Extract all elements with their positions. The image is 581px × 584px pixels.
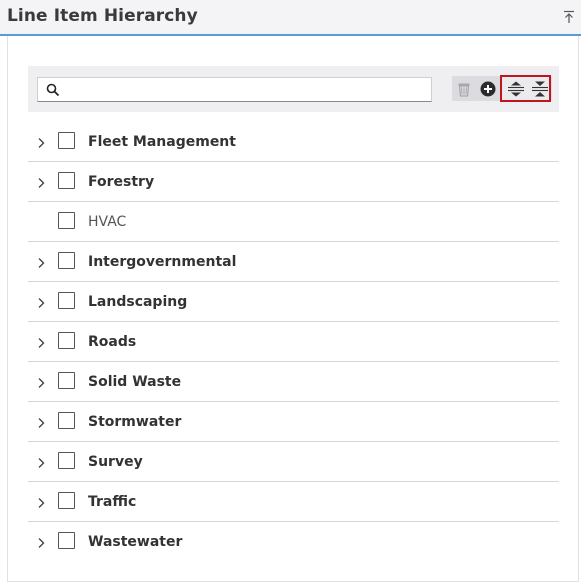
tree-row[interactable]: Wastewater	[28, 522, 559, 562]
expand-all-icon	[508, 81, 524, 96]
tree-row-checkbox[interactable]	[58, 212, 75, 229]
tree-row-label: Landscaping	[88, 294, 188, 310]
tree-row[interactable]: HVAC	[28, 202, 559, 242]
chevron-right-icon[interactable]	[37, 417, 46, 429]
search-box[interactable]	[37, 77, 432, 102]
expand-all-button[interactable]	[504, 76, 528, 101]
chevron-right-icon[interactable]	[37, 497, 46, 509]
tree-row-label: Forestry	[88, 174, 155, 190]
toolbar-button-group	[452, 75, 552, 102]
tree-row[interactable]: Intergovernmental	[28, 242, 559, 282]
tree-row-checkbox[interactable]	[58, 532, 75, 549]
tree-row-label: Solid Waste	[88, 374, 182, 390]
tree-row-label: Intergovernmental	[88, 254, 237, 270]
panel-header: Line Item Hierarchy	[0, 0, 581, 36]
tree-row-checkbox[interactable]	[58, 452, 75, 469]
tree-list: Fleet Management Forestry HVAC Intergovernm…	[28, 122, 559, 562]
tree-row[interactable]: Stormwater	[28, 402, 559, 442]
collapse-panel-icon[interactable]	[563, 10, 575, 24]
add-button[interactable]	[476, 76, 500, 101]
tree-row-checkbox[interactable]	[58, 372, 75, 389]
chevron-right-icon[interactable]	[37, 377, 46, 389]
tree-row-checkbox[interactable]	[58, 132, 75, 149]
search-input[interactable]	[66, 80, 426, 99]
tree-row-checkbox[interactable]	[58, 412, 75, 429]
collapse-all-button[interactable]	[528, 76, 552, 101]
tree-row-label: Wastewater	[88, 534, 183, 550]
add-circle-icon	[480, 81, 496, 96]
chevron-right-icon[interactable]	[37, 337, 46, 349]
chevron-right-icon[interactable]	[37, 257, 46, 269]
collapse-all-icon	[532, 81, 548, 96]
chevron-right-icon[interactable]	[37, 537, 46, 549]
tree-row-checkbox[interactable]	[58, 332, 75, 349]
tree-row[interactable]: Solid Waste	[28, 362, 559, 402]
chevron-right-icon[interactable]	[37, 297, 46, 309]
tree-row[interactable]: Forestry	[28, 162, 559, 202]
search-icon	[46, 83, 60, 97]
chevron-right-icon[interactable]	[37, 177, 46, 189]
tree-row-label: Roads	[88, 334, 137, 350]
tree-row-checkbox[interactable]	[58, 492, 75, 509]
toolbar	[28, 66, 559, 112]
tree-row-label: Traffic	[88, 494, 137, 510]
tree-row[interactable]: Roads	[28, 322, 559, 362]
tree-row[interactable]: Landscaping	[28, 282, 559, 322]
tree-row-checkbox[interactable]	[58, 252, 75, 269]
tree-row[interactable]: Fleet Management	[28, 122, 559, 162]
tree-row-label: Stormwater	[88, 414, 182, 430]
chevron-right-icon[interactable]	[37, 137, 46, 149]
tree-row[interactable]: Traffic	[28, 482, 559, 522]
tree-row-checkbox[interactable]	[58, 172, 75, 189]
tree-row-label: Survey	[88, 454, 143, 470]
tree-row-label: Fleet Management	[88, 134, 236, 150]
panel-title: Line Item Hierarchy	[7, 6, 198, 26]
chevron-right-icon[interactable]	[37, 457, 46, 469]
tree-row-checkbox[interactable]	[58, 292, 75, 309]
tree-row-label: HVAC	[88, 214, 127, 230]
delete-button[interactable]	[452, 76, 476, 101]
tree-row[interactable]: Survey	[28, 442, 559, 482]
trash-icon	[458, 83, 470, 97]
